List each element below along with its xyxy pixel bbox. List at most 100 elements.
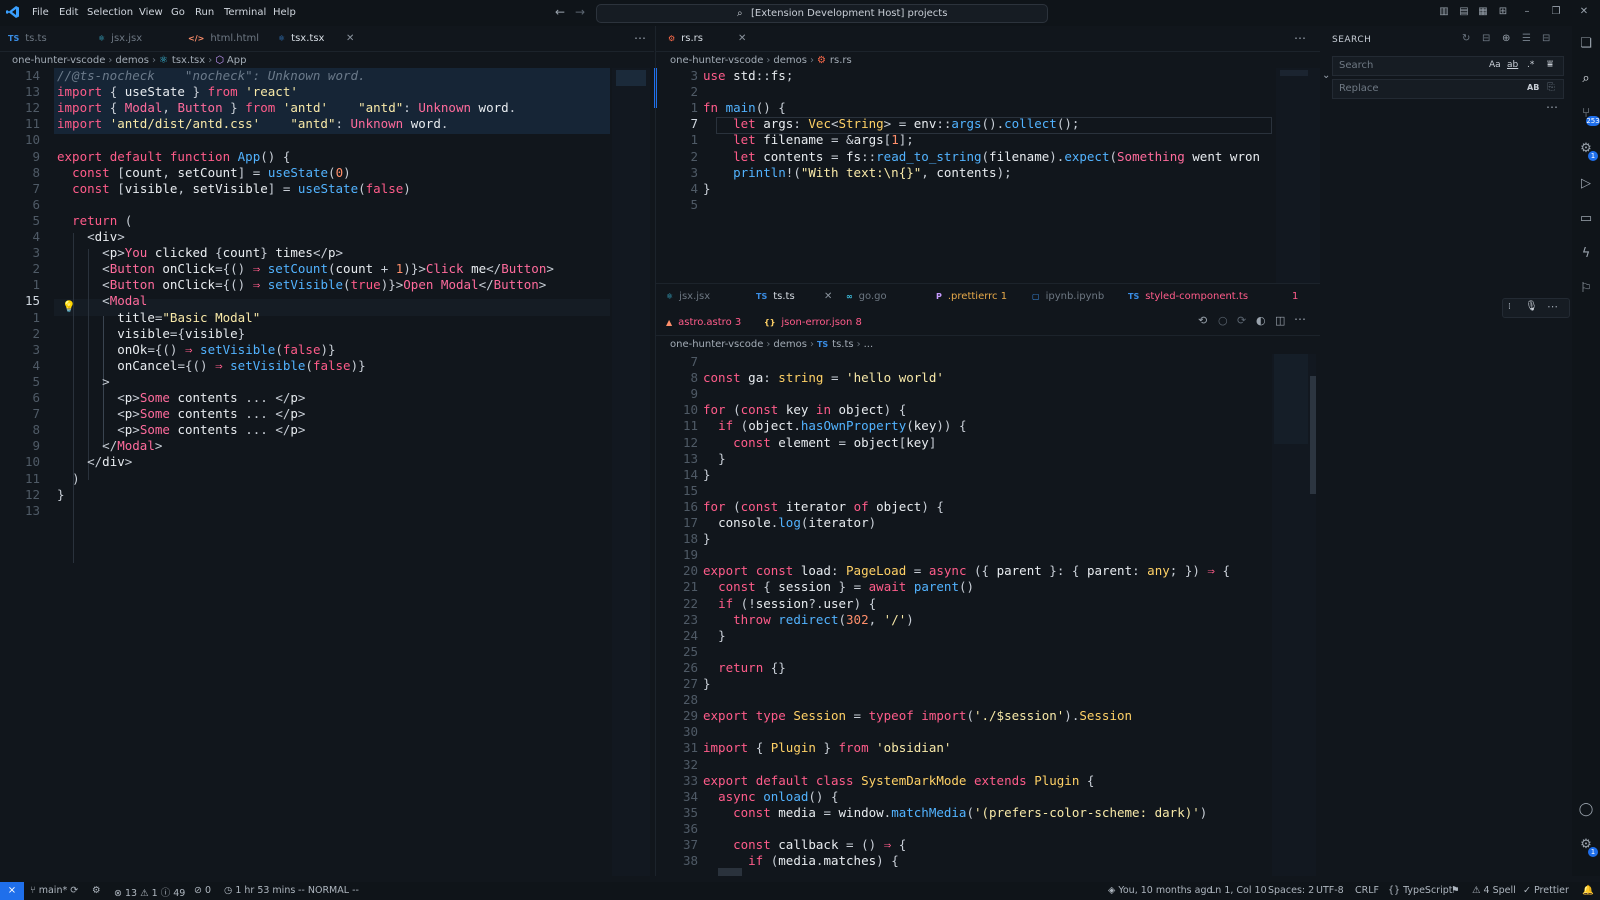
tab-astro[interactable]: ▲ astro.astro 3 — [666, 310, 741, 336]
code-line[interactable]: const [visible, setVisible] = useState(f… — [57, 181, 411, 198]
bottom-right-editor-code[interactable]: 7 8 const ga: string = 'hello world' 9 10 for… — [656, 354, 1320, 876]
breadcrumb-item[interactable]: one-hunter-vscode — [12, 55, 105, 66]
menu-help[interactable]: Help — [273, 7, 296, 18]
collapse-all-icon[interactable]: ⊟ — [1542, 33, 1550, 44]
notification-bell-icon[interactable]: ⚑ — [1451, 885, 1460, 896]
git-blame[interactable]: ◈ You, 10 months ago — [1108, 885, 1212, 896]
time-tracker[interactable]: ◷ 1 hr 53 mins — [224, 885, 295, 896]
replace-all-icon[interactable]: ⎘ — [1547, 82, 1555, 93]
bookmark-icon[interactable]: ⚐ — [1578, 281, 1594, 297]
breadcrumb-item[interactable]: demos — [773, 339, 807, 350]
code-line[interactable]: <p>You clicked {count} times</p> — [57, 245, 343, 262]
notifications-icon[interactable]: 🔔 — [1582, 885, 1594, 896]
code-line[interactable]: <p>Some contents ... </p> — [57, 422, 305, 439]
drag-handle-icon[interactable]: ⁞ — [1508, 302, 1511, 312]
encoding[interactable]: UTF-8 — [1316, 885, 1344, 896]
minimize-icon[interactable]: – — [1521, 6, 1533, 18]
code-line[interactable]: const { session } = await parent() — [703, 579, 974, 596]
tab-ts[interactable]: TS ts.ts — [8, 26, 47, 52]
next-change-icon[interactable]: ⟳ — [1237, 314, 1246, 327]
search-input[interactable]: Search Aa ab .* ⩸ — [1332, 56, 1564, 76]
code-line[interactable]: export default class SystemDarkMode exte… — [703, 773, 1094, 790]
code-line[interactable]: fn main() { — [703, 100, 786, 117]
code-line[interactable]: visible={visible} — [57, 326, 245, 343]
new-search-editor-icon[interactable]: ⊕ — [1502, 33, 1510, 44]
branch-status[interactable]: ⑂ main* ⟳ — [30, 885, 78, 896]
code-line[interactable]: import 'antd/dist/antd.css' "antd": Unkn… — [57, 116, 448, 133]
lightning-icon[interactable]: ϟ — [1578, 246, 1594, 262]
language-mode[interactable]: {} TypeScript — [1388, 885, 1452, 896]
code-line[interactable]: } — [703, 451, 726, 468]
code-line[interactable]: async onload() { — [703, 789, 838, 806]
forward-arrow-icon[interactable]: → — [574, 6, 586, 18]
line-ending[interactable]: CRLF — [1355, 885, 1379, 896]
problems-status[interactable]: ⊗ 13 ⚠ 1 ⓘ 49 — [114, 885, 185, 899]
tab-prettierrc[interactable]: P .prettierrc 1 — [936, 284, 1007, 310]
chat-icon[interactable]: ▭ — [1578, 211, 1594, 227]
microphone-icon[interactable]: 🎙 — [1525, 301, 1538, 312]
breadcrumb-item[interactable]: ts.ts — [832, 339, 853, 350]
menu-selection[interactable]: Selection — [87, 7, 133, 18]
cursor-position[interactable]: Ln 1, Col 10 — [1210, 885, 1267, 896]
tab-ipynb[interactable]: ▢ ipynb.ipynb — [1032, 284, 1104, 310]
minimap[interactable] — [612, 68, 657, 876]
view-as-tree-icon[interactable]: ☰ — [1522, 33, 1531, 44]
tab-go[interactable]: ∞ go.go — [846, 284, 887, 310]
code-line[interactable]: <Button onClick={() ⇒ setVisible(true)}>… — [57, 277, 546, 294]
command-center[interactable]: ⌕ [Extension Development Host] projects — [596, 4, 1048, 23]
clear-results-icon[interactable]: ⊟ — [1482, 33, 1490, 44]
code-line[interactable]: for (const iterator of object) { — [703, 499, 944, 516]
customize-layout-icon[interactable]: ⊞ — [1497, 6, 1509, 18]
code-line[interactable]: } — [703, 531, 711, 548]
git-graph-icon[interactable]: ⚙ — [92, 885, 101, 896]
minimap[interactable] — [1272, 354, 1316, 876]
minimap-slider[interactable] — [1280, 70, 1308, 76]
toggle-secondary-sidebar-icon[interactable]: ▦ — [1477, 6, 1489, 18]
spell-check-status[interactable]: ⚠ 4 Spell — [1472, 885, 1516, 896]
filter-icon[interactable]: ⩸ — [1547, 59, 1553, 70]
match-case-icon[interactable]: Aa — [1489, 60, 1501, 70]
breadcrumb-item[interactable]: App — [227, 55, 247, 66]
tab-tsx[interactable]: ⚛ tsx.tsx ✕ — [278, 26, 358, 52]
menu-terminal[interactable]: Terminal — [224, 7, 266, 18]
more-actions-icon[interactable]: ⋯ — [634, 31, 646, 45]
breadcrumb-item[interactable]: one-hunter-vscode — [670, 55, 763, 66]
restore-icon[interactable]: ❐ — [1550, 6, 1562, 18]
left-editor-code[interactable]: 💡 14//@ts-nocheck "nocheck": Unknown wor… — [0, 68, 657, 876]
menu-run[interactable]: Run — [195, 7, 214, 18]
search-icon[interactable]: ⌕ — [1578, 71, 1594, 87]
code-line[interactable]: import { Plugin } from 'obsidian' — [703, 740, 951, 757]
close-window-icon[interactable]: ✕ — [1578, 6, 1590, 18]
code-line[interactable]: title="Basic Modal" — [57, 310, 260, 327]
explorer-icon[interactable]: ❏ — [1578, 36, 1594, 52]
code-line[interactable]: throw redirect(302, '/') — [703, 612, 914, 629]
code-line[interactable]: use std::fs; — [703, 68, 793, 85]
toggle-sidebar-icon[interactable]: ▥ — [1438, 6, 1450, 18]
minimap-slider[interactable] — [1274, 354, 1308, 444]
toggle-panel-icon[interactable]: ▤ — [1458, 6, 1470, 18]
compare-icon[interactable]: ◐ — [1256, 314, 1266, 327]
code-line[interactable]: console.log(iterator) — [703, 515, 876, 532]
breadcrumb-item[interactable]: demos — [773, 55, 807, 66]
run-debug-icon[interactable]: ▷ — [1578, 176, 1594, 192]
chevron-down-icon[interactable]: ⌄ — [1322, 70, 1330, 81]
code-line[interactable]: export type Session = typeof import('./$… — [703, 708, 1132, 725]
top-right-editor-code[interactable]: 3 use std::fs; 2 1 fn main() {7 let args: Ve… — [656, 68, 1320, 283]
code-line[interactable]: const media = window.matchMedia('(prefer… — [703, 805, 1207, 822]
tab-jsx[interactable]: ⚛ jsx.jsx — [666, 284, 710, 310]
code-line[interactable]: const [count, setCount] = useState(0) — [57, 165, 351, 182]
tab-ts[interactable]: TS ts.ts ✕ — [756, 284, 836, 310]
menu-view[interactable]: View — [139, 7, 163, 18]
minimap-slider[interactable] — [616, 70, 646, 86]
menu-file[interactable]: File — [32, 7, 49, 18]
close-tab-icon[interactable]: ✕ — [346, 26, 354, 52]
close-tab-icon[interactable]: ✕ — [824, 284, 832, 310]
inline-suggestion-widget[interactable] — [718, 868, 742, 876]
minimap[interactable] — [1276, 68, 1320, 283]
code-line[interactable]: ) — [57, 471, 80, 488]
code-line[interactable]: export const load: PageLoad = async ({ p… — [703, 563, 1230, 580]
split-editor-icon[interactable]: ◫ — [1275, 314, 1285, 327]
more-actions-icon[interactable]: ⋯ — [1294, 31, 1306, 45]
tab-html[interactable]: </> html.html — [188, 26, 259, 52]
more-actions-icon[interactable]: ⋯ — [1294, 312, 1306, 326]
